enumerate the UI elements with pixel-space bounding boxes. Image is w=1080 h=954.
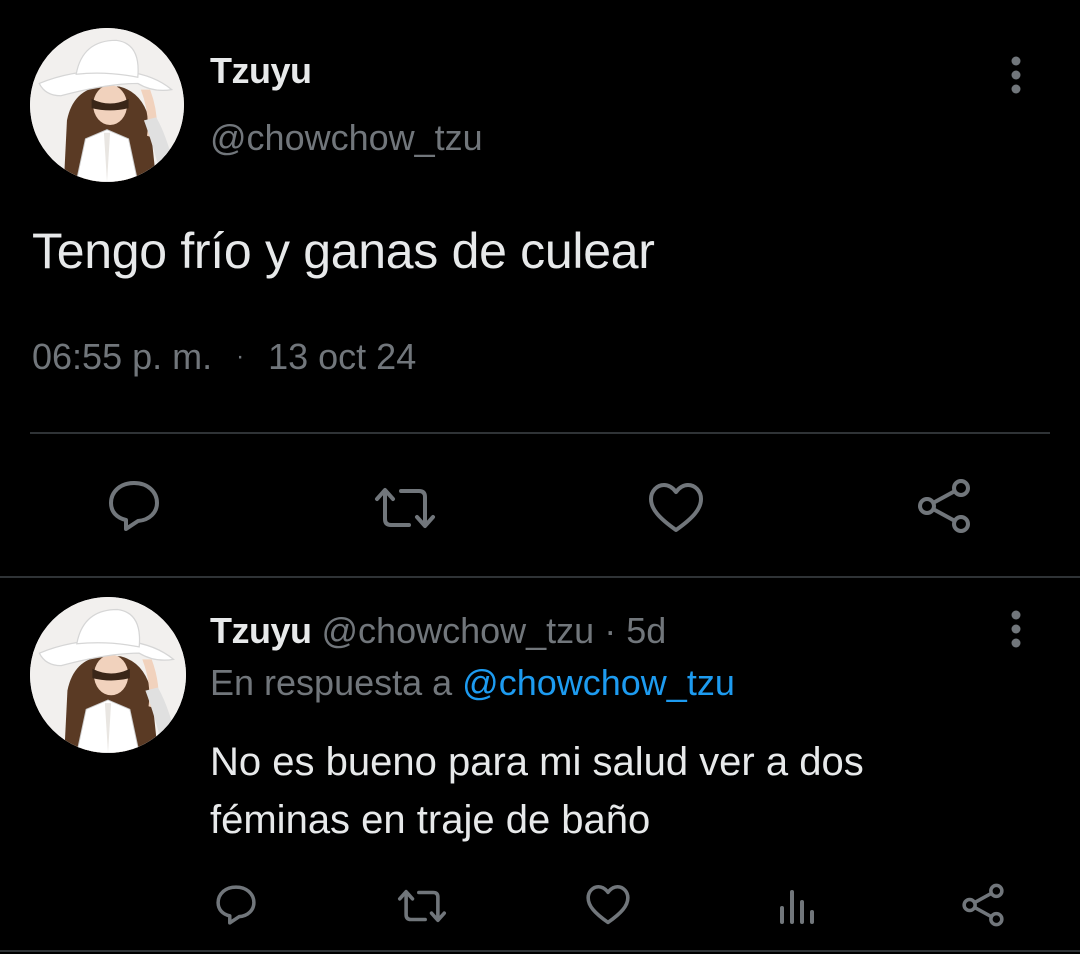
bottom-divider xyxy=(0,950,1080,952)
like-icon xyxy=(586,884,630,925)
header-separator: · xyxy=(604,610,617,651)
author-handle[interactable]: @chowchow_tzu xyxy=(322,610,595,651)
more-options-button[interactable] xyxy=(996,604,1036,654)
share-icon xyxy=(962,883,1004,927)
tweet-date[interactable]: 13 oct 24 xyxy=(268,336,416,378)
replying-to: En respuesta a @chowchow_tzu xyxy=(210,662,735,704)
reply-icon xyxy=(109,481,159,531)
tweet-metadata: 06:55 p. m. · 13 oct 24 xyxy=(32,336,416,378)
retweet-button[interactable] xyxy=(394,884,450,928)
replying-to-label: En respuesta a xyxy=(210,662,453,703)
avatar[interactable] xyxy=(30,28,184,182)
reply-header: Tzuyu @chowchow_tzu · 5d xyxy=(210,610,666,652)
retweet-icon xyxy=(375,488,435,528)
share-icon xyxy=(918,479,970,533)
avatar-image xyxy=(30,28,184,182)
avatar-image xyxy=(30,597,186,753)
views-button[interactable] xyxy=(774,884,818,928)
like-button[interactable] xyxy=(584,882,632,928)
views-icon xyxy=(780,890,814,924)
like-button[interactable] xyxy=(644,478,708,538)
more-vertical-icon xyxy=(1011,56,1021,94)
tweet-age[interactable]: 5d xyxy=(626,610,666,651)
author-handle[interactable]: @chowchow_tzu xyxy=(210,117,483,159)
meta-separator: · xyxy=(236,343,245,370)
author-name[interactable]: Tzuyu xyxy=(210,50,312,92)
main-tweet: Tzuyu @chowchow_tzu Tengo frío y ganas d… xyxy=(0,0,1080,576)
tweet-separator xyxy=(0,576,1080,578)
replying-to-mention[interactable]: @chowchow_tzu xyxy=(462,662,735,703)
retweet-icon xyxy=(397,889,447,923)
more-options-button[interactable] xyxy=(996,50,1036,100)
share-button[interactable] xyxy=(912,476,976,536)
tweet-time[interactable]: 06:55 p. m. xyxy=(32,336,212,378)
tweet-text: No es bueno para mi salud ver a dos fémi… xyxy=(210,740,864,842)
author-name[interactable]: Tzuyu xyxy=(210,610,312,651)
divider xyxy=(30,432,1050,434)
reply-button[interactable] xyxy=(102,476,166,536)
reply-icon xyxy=(216,885,256,925)
share-button[interactable] xyxy=(958,882,1008,928)
more-vertical-icon xyxy=(1011,610,1021,648)
retweet-button[interactable] xyxy=(370,480,440,536)
reply-avatar[interactable] xyxy=(30,597,186,753)
reply-button[interactable] xyxy=(212,882,260,928)
like-icon xyxy=(649,483,703,532)
tweet-text: Tengo frío y ganas de culear xyxy=(32,223,655,279)
